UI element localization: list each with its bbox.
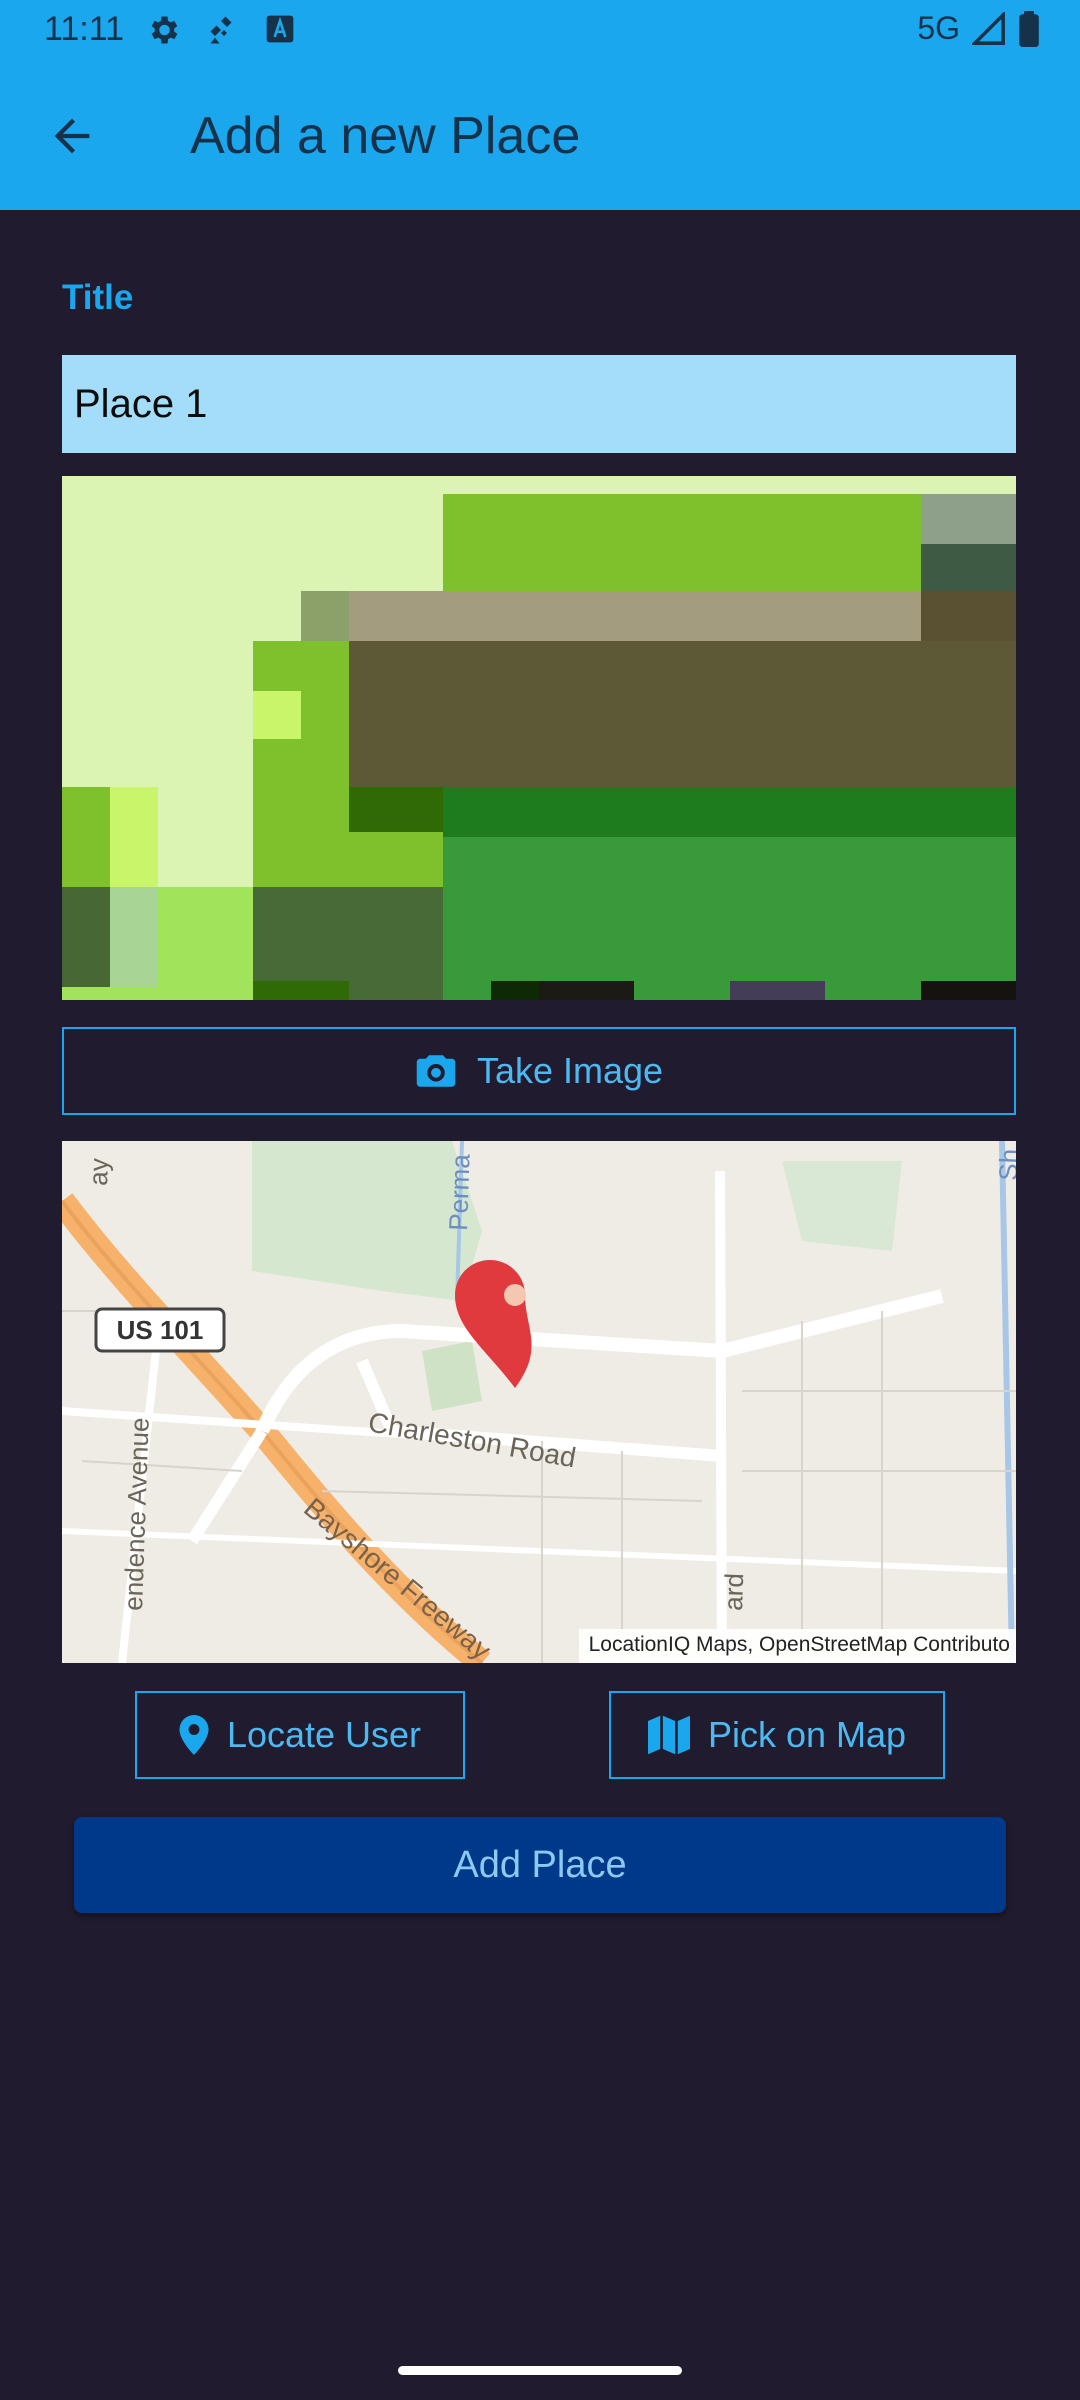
network-type: 5G <box>917 10 960 46</box>
status-time: 11:11 <box>44 10 125 48</box>
map-label-ard: ard <box>718 1573 749 1612</box>
pick-on-map-label: Pick on Map <box>707 1714 907 1755</box>
pick-on-map-button[interactable]: Pick on Map <box>609 1691 945 1779</box>
image-preview <box>62 476 1016 1000</box>
app-bar: Add a new Place <box>0 62 1080 210</box>
battery-icon <box>1019 10 1039 47</box>
page-title: Add a new Place <box>190 107 581 165</box>
settings-icon <box>151 16 178 44</box>
text-a-icon <box>266 15 294 43</box>
map-icon <box>647 1715 690 1755</box>
location-pin-icon <box>179 1715 209 1755</box>
map-label-perma: Perma <box>443 1153 476 1231</box>
camera-icon <box>416 1055 456 1087</box>
arrow-back-icon <box>54 118 90 154</box>
satellite-icon <box>210 16 232 44</box>
back-button[interactable] <box>36 100 108 172</box>
map-image: US 101 Charleston Road Bayshore Freeway … <box>62 1141 1016 1663</box>
home-indicator[interactable] <box>398 2366 682 2375</box>
map-attribution: LocationIQ Maps, OpenStreetMap Contribut… <box>578 1629 1016 1663</box>
add-place-button[interactable]: Add Place <box>74 1817 1006 1913</box>
title-input[interactable] <box>62 355 1016 453</box>
map-label-ay: ay <box>83 1158 114 1186</box>
signal-icon <box>972 11 1005 45</box>
take-image-button[interactable]: Take Image <box>62 1027 1016 1115</box>
map-preview[interactable]: US 101 Charleston Road Bayshore Freeway … <box>62 1141 1016 1663</box>
locate-user-label: Locate User <box>226 1714 422 1755</box>
title-label: Title <box>62 278 134 317</box>
map-label-highway: US 101 <box>117 1315 204 1345</box>
status-right: 5G <box>917 10 1040 47</box>
take-image-label: Take Image <box>476 1050 664 1091</box>
locate-user-button[interactable]: Locate User <box>135 1691 465 1779</box>
map-label-st: Sh <box>993 1148 1016 1181</box>
status-bar: 11:11 5G <box>0 0 1080 62</box>
captured-image <box>62 476 1016 1000</box>
